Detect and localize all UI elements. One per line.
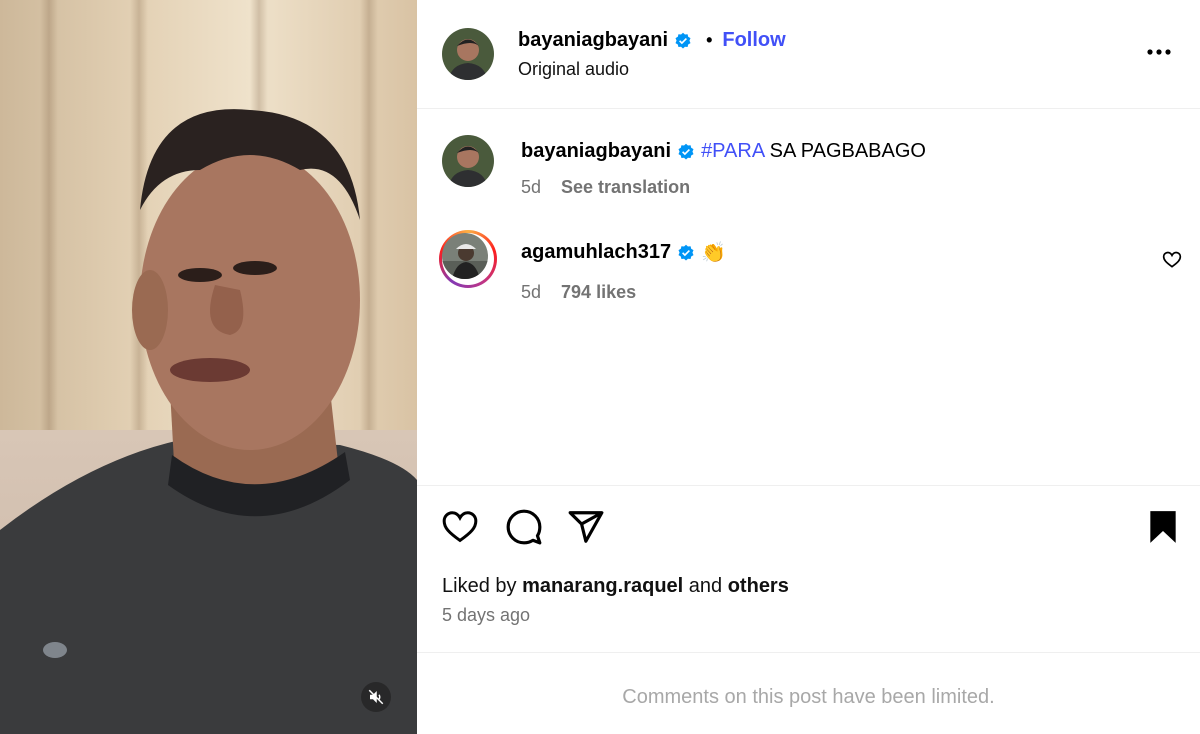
post-actions: Liked by manarang.raquel and others 5 da… [417, 485, 1200, 653]
bookmark-icon[interactable] [1144, 508, 1182, 546]
see-translation-button[interactable]: See translation [561, 177, 690, 198]
author-avatar[interactable] [442, 28, 494, 80]
commenter-username[interactable]: agamuhlach317 [521, 241, 671, 264]
verified-badge-icon [678, 244, 694, 260]
caption-row: bayaniagbayani #PARA SA PAGBABAGO [521, 140, 926, 163]
caption-username[interactable]: bayaniagbayani [521, 140, 671, 163]
comments-section: bayaniagbayani #PARA SA PAGBABAGO 5d See… [417, 110, 1200, 485]
post-video[interactable] [0, 0, 417, 734]
audio-label[interactable]: Original audio [518, 59, 629, 80]
liked-by-prefix: Liked by [442, 575, 523, 597]
post-details-panel: bayaniagbayani • Follow Original audio b… [417, 0, 1200, 734]
heart-icon[interactable] [441, 508, 479, 546]
author-row: bayaniagbayani • Follow [518, 29, 786, 52]
comment-text: 👏 [701, 242, 726, 264]
verified-badge-icon [675, 32, 691, 48]
caption-body: SA PAGBABAGO [764, 140, 926, 162]
comment-like-heart-icon[interactable] [1162, 250, 1182, 270]
speaker-muted-icon [368, 689, 384, 705]
verified-badge-icon [678, 143, 694, 159]
post-timestamp[interactable]: 5 days ago [442, 605, 530, 626]
caption-age: 5d [521, 177, 542, 197]
caption-author-avatar[interactable] [442, 135, 494, 187]
comment-icon[interactable] [505, 508, 543, 546]
caption-text: #PARA SA PAGBABAGO [701, 140, 926, 163]
comment-meta: 5d 794 likes [521, 282, 636, 303]
author-username[interactable]: bayaniagbayani [518, 29, 668, 52]
send-icon[interactable] [567, 508, 605, 546]
comment-row: agamuhlach317 👏 [521, 240, 726, 265]
comments-limited-notice: Comments on this post have been limited. [622, 686, 995, 708]
person-in-video [0, 109, 417, 734]
commenter-avatar[interactable] [439, 230, 497, 288]
comment-age: 5d [521, 282, 542, 302]
follow-button[interactable]: Follow [722, 29, 785, 52]
comment-likes-count[interactable]: 794 likes [561, 282, 636, 303]
caption-hashtag[interactable]: #PARA [701, 140, 764, 162]
mute-button[interactable] [361, 682, 391, 712]
liked-by-text: Liked by manarang.raquel and others [442, 575, 789, 598]
more-options-icon[interactable] [1144, 40, 1174, 64]
liked-by-others[interactable]: others [728, 575, 789, 597]
liked-by-user[interactable]: manarang.raquel [522, 575, 683, 597]
post-header: bayaniagbayani • Follow Original audio [417, 0, 1200, 109]
separator-dot: • [706, 30, 713, 50]
caption-meta: 5d See translation [521, 177, 690, 198]
liked-by-and: and [683, 575, 728, 597]
